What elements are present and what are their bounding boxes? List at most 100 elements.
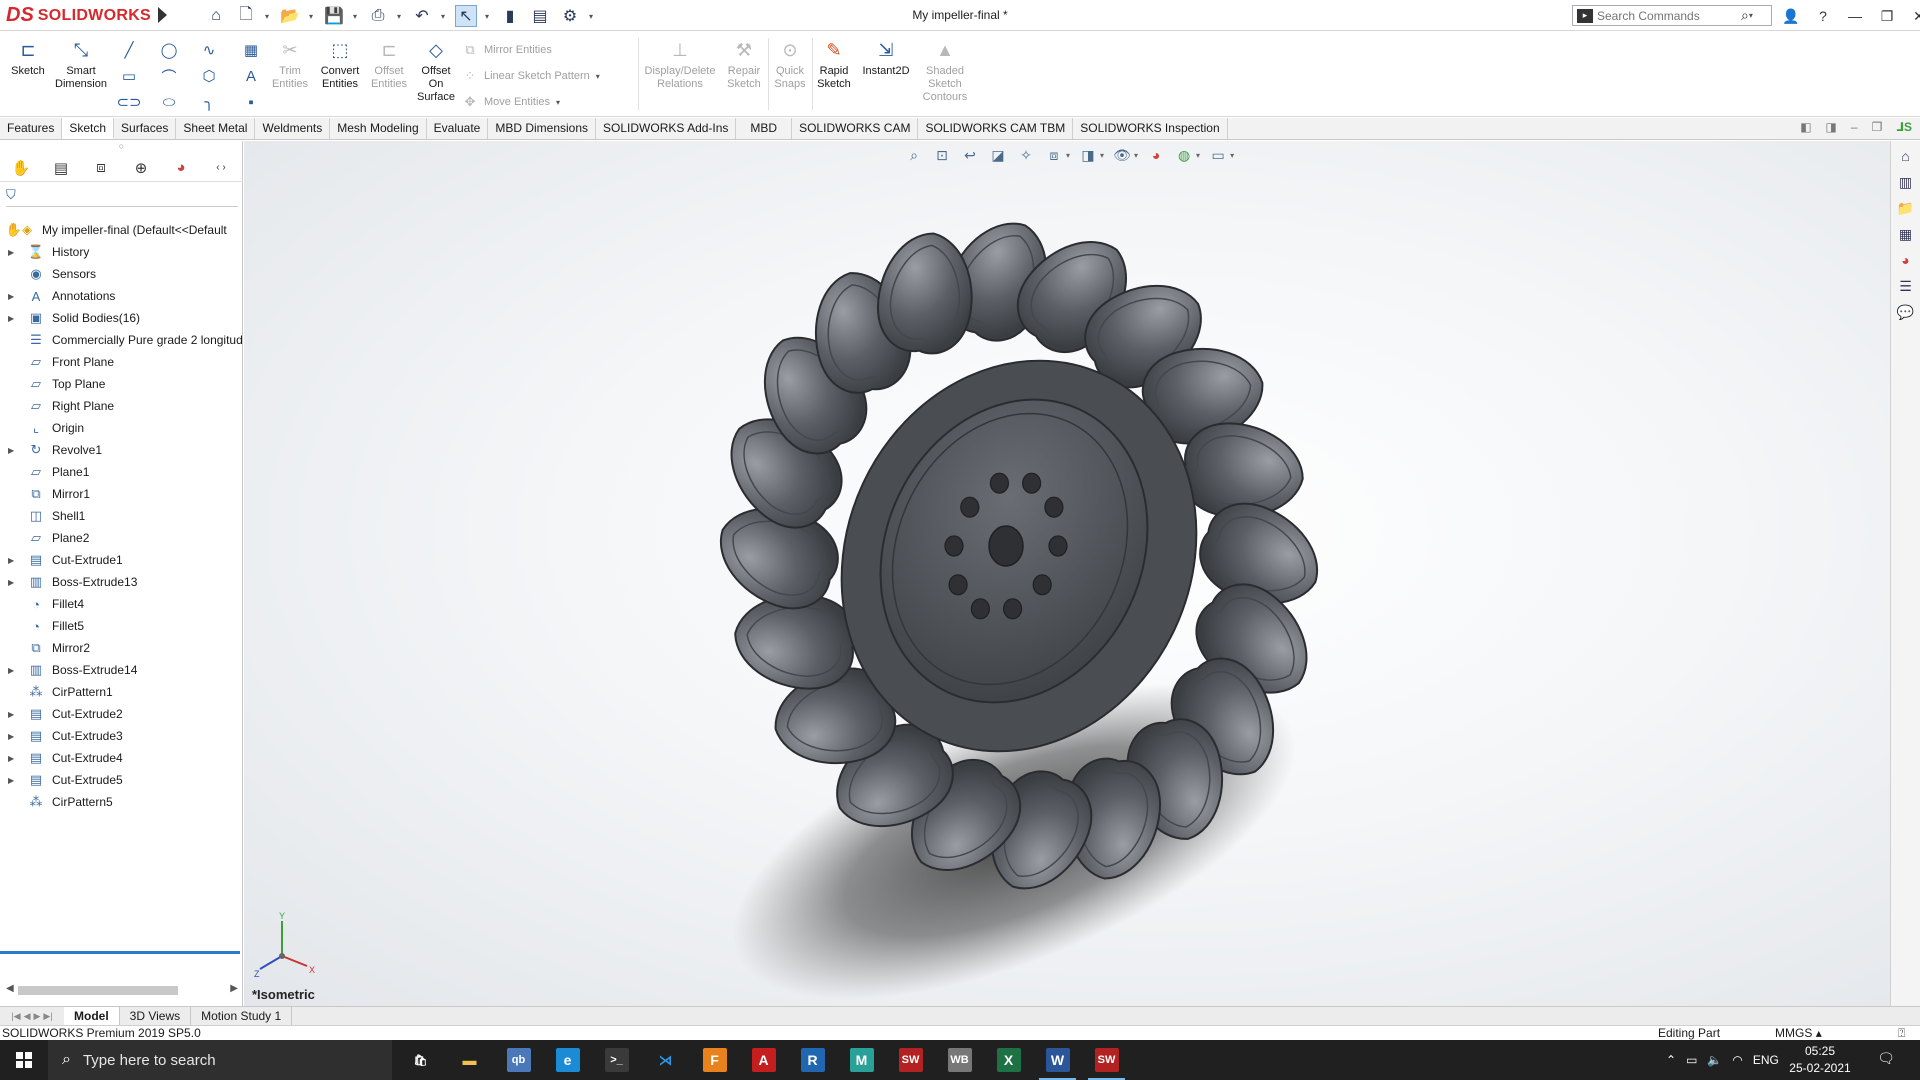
quick-snaps-button[interactable]: ⊙ Quick Snaps — [772, 38, 808, 91]
status-unit-system[interactable]: MMGS ▴ — [1775, 1026, 1822, 1040]
tree-item-cirpattern1[interactable]: ⁂ CirPattern1 — [0, 681, 243, 703]
tab-sheet-metal[interactable]: Sheet Metal — [176, 118, 256, 139]
tree-item-annotations[interactable]: ▶ A Annotations — [0, 285, 243, 307]
taskbar-app-vscode[interactable]: ⋊ — [641, 1040, 690, 1080]
expand-arrow-icon[interactable]: ▶ — [8, 710, 18, 719]
expand-arrow-icon[interactable]: ▶ — [8, 314, 18, 323]
start-button[interactable] — [0, 1040, 48, 1080]
select-dropdown-icon[interactable]: ▾ — [485, 12, 491, 21]
view-settings-dropdown-icon[interactable]: ▾ — [1230, 151, 1234, 160]
arc-icon[interactable]: ⌒ — [158, 66, 180, 86]
minimize-window-icon[interactable]: — — [1844, 5, 1866, 27]
text-icon[interactable]: A — [240, 66, 262, 86]
search-commands-input[interactable] — [1597, 8, 1737, 23]
tree-item-cut-extrude1[interactable]: ▶ ▤ Cut-Extrude1 — [0, 549, 243, 571]
wifi-icon[interactable]: ◠ — [1732, 1053, 1742, 1067]
property-manager-tab-icon[interactable]: ▤ — [48, 156, 74, 180]
point-icon[interactable]: ▪ — [240, 92, 262, 112]
taskbar-app-store[interactable]: 🛍 — [396, 1040, 445, 1080]
view-orientation-dropdown-icon[interactable]: ▾ — [1066, 151, 1070, 160]
taskbar-app-m-app[interactable]: M — [837, 1040, 886, 1080]
search-dropdown-icon[interactable]: ▾ — [1749, 11, 1755, 20]
file-properties-icon[interactable]: ▤ — [529, 5, 551, 27]
taskbar-app-word[interactable]: W — [1033, 1040, 1082, 1080]
sketch-grid-icon[interactable]: ▦ — [240, 40, 262, 60]
taskbar-app-file-explorer[interactable]: ▬ — [445, 1040, 494, 1080]
circle-icon[interactable]: ◯ — [158, 40, 180, 60]
taskbar-clock[interactable]: 05:25 25-02-2021 — [1784, 1043, 1856, 1077]
tab-motion-study-1[interactable]: Motion Study 1 — [191, 1007, 293, 1025]
custom-properties-icon[interactable]: ☰ — [1894, 275, 1918, 297]
ellipse-icon[interactable]: ⬭ — [158, 92, 180, 112]
prev-tab-icon[interactable]: ◀ — [24, 1011, 31, 1022]
feature-manager-tab-icon[interactable]: ✋ — [8, 156, 34, 180]
help-icon[interactable]: ? — [1812, 5, 1834, 27]
tile-left-icon[interactable]: ◧ — [1800, 120, 1811, 134]
home-icon[interactable]: ⌂ — [205, 5, 227, 27]
tree-item-cut-extrude4[interactable]: ▶ ▤ Cut-Extrude4 — [0, 747, 243, 769]
instant2d-button[interactable]: ⇲ Instant2D — [858, 38, 914, 78]
smart-dimension-button[interactable]: ⤡ Smart Dimension — [52, 38, 110, 91]
tab-3d-views[interactable]: 3D Views — [120, 1007, 192, 1025]
view-palette-icon[interactable]: ▦ — [1894, 223, 1918, 245]
tree-item-mirror1[interactable]: ⧉ Mirror1 — [0, 483, 243, 505]
taskbar-app-wb-app[interactable]: WB — [935, 1040, 984, 1080]
tree-item-cut-extrude3[interactable]: ▶ ▤ Cut-Extrude3 — [0, 725, 243, 747]
panel-grip-icon[interactable]: ○ — [0, 141, 243, 153]
tree-item-mirror2[interactable]: ⧉ Mirror2 — [0, 637, 243, 659]
taskbar-search[interactable]: ⌕ — [48, 1040, 392, 1080]
hide-show-dropdown-icon[interactable]: ▾ — [1134, 151, 1138, 160]
taskbar-app-qbittorrent[interactable]: qb — [494, 1040, 543, 1080]
fillet-sketch-icon[interactable]: ╮ — [198, 92, 220, 112]
expand-arrow-icon[interactable]: ▶ — [8, 556, 18, 565]
polygon-icon[interactable]: ⬡ — [198, 66, 220, 86]
tab-solidworks-add-ins[interactable]: SOLIDWORKS Add-Ins — [596, 118, 737, 139]
tree-item-shell1[interactable]: ◫ Shell1 — [0, 505, 243, 527]
tree-item-plane1[interactable]: ▱ Plane1 — [0, 461, 243, 483]
restore-window-icon[interactable]: ❐ — [1876, 5, 1898, 27]
display-manager-tab-icon[interactable]: ◕ — [168, 156, 194, 180]
taskbar-app-terminal[interactable]: >_ — [592, 1040, 641, 1080]
tree-item-revolve1[interactable]: ▶ ↻ Revolve1 — [0, 439, 243, 461]
units-dropdown-icon[interactable]: ▴ — [1816, 1026, 1822, 1040]
search-icon[interactable]: ⌕ — [1741, 7, 1749, 24]
tab-features[interactable]: Features — [0, 118, 63, 139]
design-library-icon[interactable]: ▥ — [1894, 171, 1918, 193]
taskbar-app-solidworks-2019-b[interactable]: SW — [1082, 1040, 1131, 1080]
file-explorer-icon[interactable]: 📁 — [1894, 197, 1918, 219]
tree-item-fillet4[interactable]: ◔ Fillet4 — [0, 593, 243, 615]
tab-solidworks-inspection[interactable]: SOLIDWORKS Inspection — [1073, 118, 1228, 139]
doc-minimize-icon[interactable]: – — [1851, 120, 1858, 134]
move-entities-dropdown-icon[interactable]: ▾ — [556, 98, 562, 107]
dimxpert-manager-tab-icon[interactable]: ⊕ — [128, 156, 154, 180]
configuration-manager-tab-icon[interactable]: ⧈ — [88, 156, 114, 180]
offset-entities-button[interactable]: ⊏ Offset Entities — [368, 38, 410, 91]
panel-horizontal-scrollbar[interactable]: ◀ ▶ — [6, 983, 238, 997]
taskbar-app-solidworks-2019-a[interactable]: SW — [886, 1040, 935, 1080]
tab-mbd[interactable]: MBD — [736, 118, 793, 139]
expand-arrow-icon[interactable]: ▶ — [8, 446, 18, 455]
tab-model[interactable]: Model — [64, 1007, 120, 1025]
rollback-bar[interactable] — [0, 951, 240, 954]
tree-item-commercially-pure-grade-2-longitud[interactable]: ☰ Commercially Pure grade 2 longitud — [0, 329, 243, 351]
linear-pattern-dropdown-icon[interactable]: ▾ — [596, 72, 602, 81]
doc-restore-icon[interactable]: ❐ — [1872, 120, 1883, 134]
tab-mbd-dimensions[interactable]: MBD Dimensions — [488, 118, 597, 139]
notification-center-icon[interactable]: 🗨 — [1876, 1050, 1896, 1070]
tree-item-right-plane[interactable]: ▱ Right Plane — [0, 395, 243, 417]
filter-icon[interactable]: ⛉ — [6, 187, 238, 207]
mirror-entities-button[interactable]: ⧉ Mirror Entities — [462, 42, 552, 58]
offset-on-surface-button[interactable]: ◇ Offset On Surface — [414, 38, 458, 104]
quick-tips-icon[interactable]: ⍰ — [1898, 1026, 1905, 1041]
last-tab-icon[interactable]: ▶| — [43, 1011, 52, 1022]
search-commands-box[interactable]: ▸ ⌕ ▾ — [1572, 5, 1772, 26]
battery-icon[interactable]: ▭ — [1686, 1053, 1697, 1067]
tray-overflow-icon[interactable]: ⌃ — [1666, 1053, 1676, 1067]
tree-item-cut-extrude5[interactable]: ▶ ▤ Cut-Extrude5 — [0, 769, 243, 791]
search-commands-icon[interactable]: ▸ — [1577, 8, 1593, 23]
undo-icon[interactable]: ↶ — [411, 5, 433, 27]
undo-dropdown-icon[interactable]: ▾ — [441, 12, 447, 21]
shaded-sketch-contours-button[interactable]: ▲ Shaded Sketch Contours — [918, 38, 972, 104]
taskbar-search-input[interactable] — [82, 1051, 363, 1069]
slot-icon[interactable]: ⊂⊃ — [116, 92, 141, 112]
